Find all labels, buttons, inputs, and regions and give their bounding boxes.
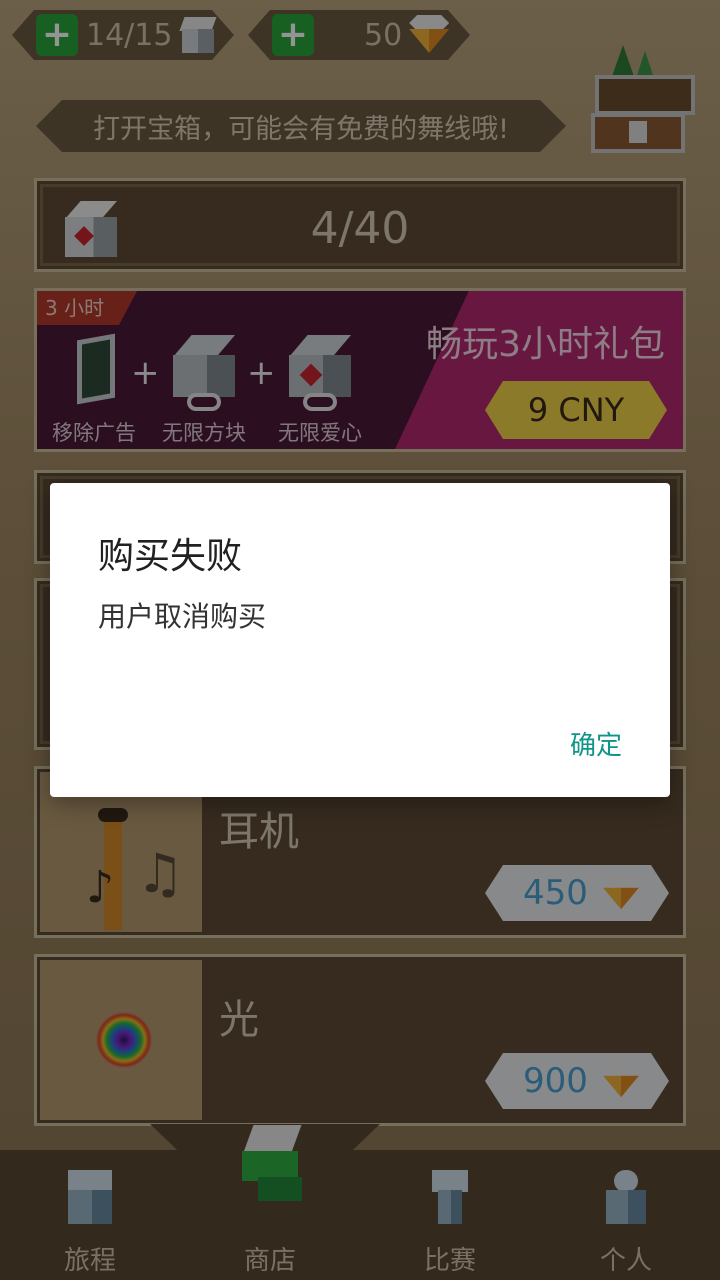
dialog-title: 购买失败 [98, 536, 243, 577]
confirm-button[interactable]: 确定 [560, 719, 632, 768]
purchase-failed-dialog: 购买失败 用户取消购买 确定 [50, 483, 670, 797]
dialog-message: 用户取消购买 [98, 600, 267, 633]
